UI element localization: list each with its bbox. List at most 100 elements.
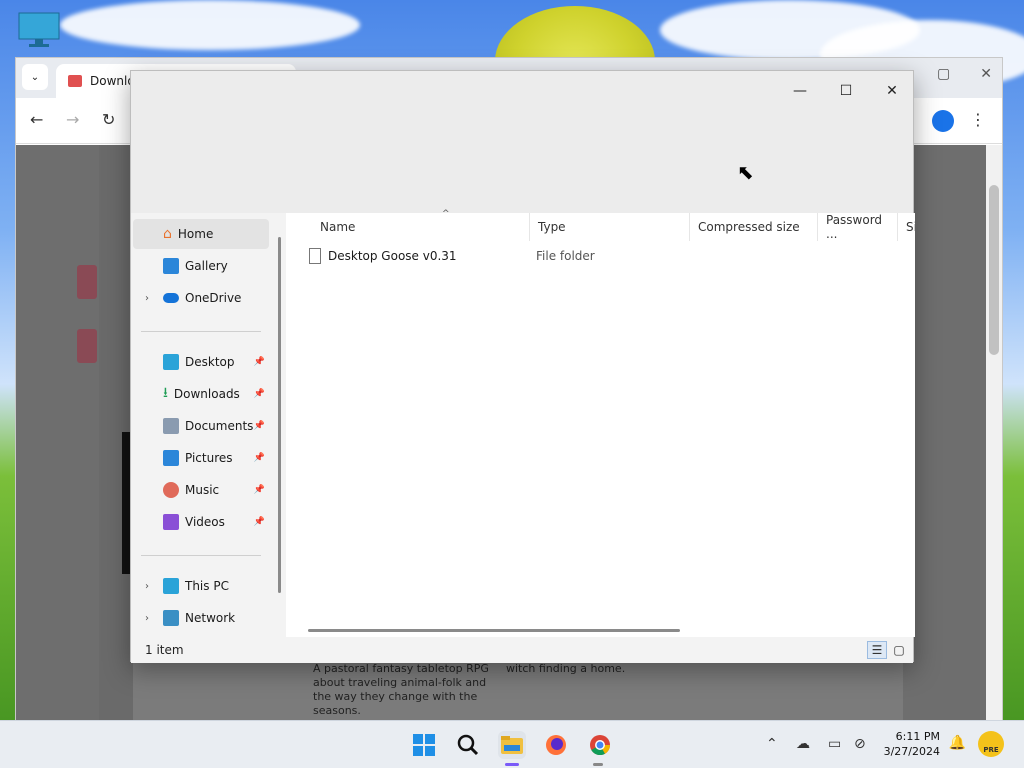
- chrome-taskbar-button[interactable]: [586, 731, 614, 759]
- tiles-view-button[interactable]: ▢: [889, 641, 909, 659]
- column-header-size[interactable]: Si: [898, 213, 915, 241]
- active-app-indicator: [505, 763, 519, 766]
- page-button[interactable]: [77, 329, 97, 363]
- notification-bell-icon[interactable]: 🔔: [949, 735, 966, 751]
- file-icon: [309, 248, 321, 264]
- pin-icon: 📌: [253, 517, 265, 527]
- chevron-down-icon: ⌄: [30, 71, 40, 83]
- nav-item-label: Music: [185, 483, 220, 497]
- tab-search-button[interactable]: ⌄: [22, 64, 48, 90]
- forward-arrow-icon[interactable]: →: [66, 110, 79, 129]
- maximize-button[interactable]: ☐: [823, 77, 869, 105]
- preview-badge-label: PRE: [983, 746, 999, 754]
- close-button[interactable]: ✕: [869, 77, 915, 105]
- scrollbar-thumb[interactable]: [278, 237, 281, 593]
- pin-icon: 📌: [253, 421, 265, 431]
- nav-item-music[interactable]: Music 📌: [133, 475, 269, 505]
- gallery-icon: [163, 258, 179, 274]
- status-bar: 1 item ☰ ▢: [131, 637, 913, 663]
- nav-item-pictures[interactable]: Pictures 📌: [133, 443, 269, 473]
- search-icon: [457, 734, 479, 756]
- column-header-label: Si: [906, 220, 915, 234]
- nav-item-label: OneDrive: [185, 291, 242, 305]
- column-header-type[interactable]: Type: [530, 213, 690, 241]
- chevron-up-icon[interactable]: ⌃: [766, 736, 778, 752]
- nav-item-label: Pictures: [185, 451, 233, 465]
- site-favicon-icon: [68, 75, 82, 87]
- column-header-label: Password ...: [826, 213, 883, 241]
- file-list: Name ^ Type Compressed size Password ...…: [286, 209, 915, 637]
- computer-icon: [163, 578, 179, 594]
- nav-item-videos[interactable]: Videos 📌: [133, 507, 269, 537]
- horizontal-scrollbar[interactable]: [308, 629, 680, 632]
- nav-item-onedrive[interactable]: › OneDrive: [133, 283, 269, 313]
- network-disconnected-icon[interactable]: ⊘: [854, 736, 866, 752]
- row-name: Desktop Goose v0.31: [328, 249, 457, 263]
- home-icon: ⌂: [163, 226, 172, 242]
- chevron-right-icon[interactable]: ›: [145, 293, 149, 304]
- clock[interactable]: 6:11 PM 3/27/2024: [884, 729, 940, 759]
- firefox-icon: [546, 735, 566, 755]
- column-header-compressed-size[interactable]: Compressed size: [690, 213, 818, 241]
- table-row[interactable]: Desktop Goose v0.31 File folder: [286, 245, 915, 271]
- onedrive-offline-icon[interactable]: ☁: [796, 736, 810, 752]
- file-explorer-window[interactable]: — ☐ ✕ ⌂ Home Gallery › OneDrive Desktop …: [130, 70, 915, 663]
- back-arrow-icon[interactable]: ←: [30, 110, 43, 129]
- nav-item-label: Downloads: [173, 387, 240, 401]
- pictures-icon: [163, 450, 179, 466]
- close-icon[interactable]: ✕: [980, 66, 992, 82]
- maximize-icon[interactable]: ▢: [937, 66, 950, 82]
- firefox-taskbar-button[interactable]: [542, 731, 570, 759]
- column-header-name[interactable]: Name ^: [312, 209, 530, 241]
- nav-item-this-pc[interactable]: › This PC: [133, 571, 269, 601]
- nav-item-label: Network: [185, 611, 236, 625]
- column-header-label: Type: [538, 220, 566, 234]
- document-icon: [163, 418, 179, 434]
- nav-item-documents[interactable]: Documents 📌: [133, 411, 269, 441]
- display-icon[interactable]: ▭: [828, 736, 841, 752]
- preview-badge[interactable]: PRE: [978, 731, 1004, 757]
- nav-divider: [141, 555, 261, 556]
- browser-window-controls: ▢ ✕: [937, 66, 992, 82]
- this-pc-desktop-icon[interactable]: [18, 12, 60, 48]
- nav-item-label: This PC: [185, 579, 229, 593]
- nav-item-gallery[interactable]: Gallery: [133, 251, 269, 281]
- network-icon: [163, 610, 179, 626]
- chevron-right-icon[interactable]: ›: [145, 581, 149, 592]
- nav-item-label: Videos: [185, 515, 225, 529]
- page-button[interactable]: [77, 265, 97, 299]
- column-header-label: Compressed size: [698, 220, 800, 234]
- file-explorer-taskbar-button[interactable]: [498, 731, 526, 759]
- search-button[interactable]: [454, 731, 482, 759]
- nav-scrollbar[interactable]: [277, 213, 283, 633]
- column-header-password[interactable]: Password ...: [818, 213, 898, 241]
- more-menu-icon[interactable]: ⋮: [970, 110, 986, 129]
- nav-item-network[interactable]: › Network: [133, 603, 269, 633]
- clock-time: 6:11 PM: [895, 730, 940, 743]
- pin-icon: 📌: [253, 389, 265, 399]
- nav-item-home[interactable]: ⌂ Home: [133, 219, 269, 249]
- details-view-button[interactable]: ☰: [867, 641, 887, 659]
- browser-scrollbar[interactable]: [986, 145, 1002, 721]
- mouse-cursor-icon: ⬉: [737, 160, 754, 184]
- nav-item-desktop[interactable]: Desktop 📌: [133, 347, 269, 377]
- navigation-pane: ⌂ Home Gallery › OneDrive Desktop 📌 ⭳ Do…: [131, 213, 278, 637]
- nav-item-label: Gallery: [185, 259, 228, 273]
- pin-icon: 📌: [253, 453, 265, 463]
- nav-item-downloads[interactable]: ⭳ Downloads 📌: [133, 379, 269, 409]
- nav-item-label: Desktop: [185, 355, 235, 369]
- desktop-icon: [163, 354, 179, 370]
- page-description: A pastoral fantasy tabletop RPG about tr…: [313, 662, 489, 717]
- pin-icon: 📌: [253, 357, 265, 367]
- reload-icon[interactable]: ↻: [102, 110, 115, 129]
- videos-icon: [163, 514, 179, 530]
- chevron-right-icon[interactable]: ›: [145, 613, 149, 624]
- windows-logo-icon: [413, 734, 435, 756]
- scrollbar-thumb[interactable]: [989, 185, 999, 355]
- item-count: 1 item: [145, 643, 184, 657]
- start-button[interactable]: [410, 731, 438, 759]
- profile-avatar[interactable]: [932, 110, 954, 132]
- nav-item-label: Home: [177, 227, 214, 241]
- minimize-button[interactable]: —: [777, 77, 823, 105]
- column-header-label: Name: [320, 220, 356, 234]
